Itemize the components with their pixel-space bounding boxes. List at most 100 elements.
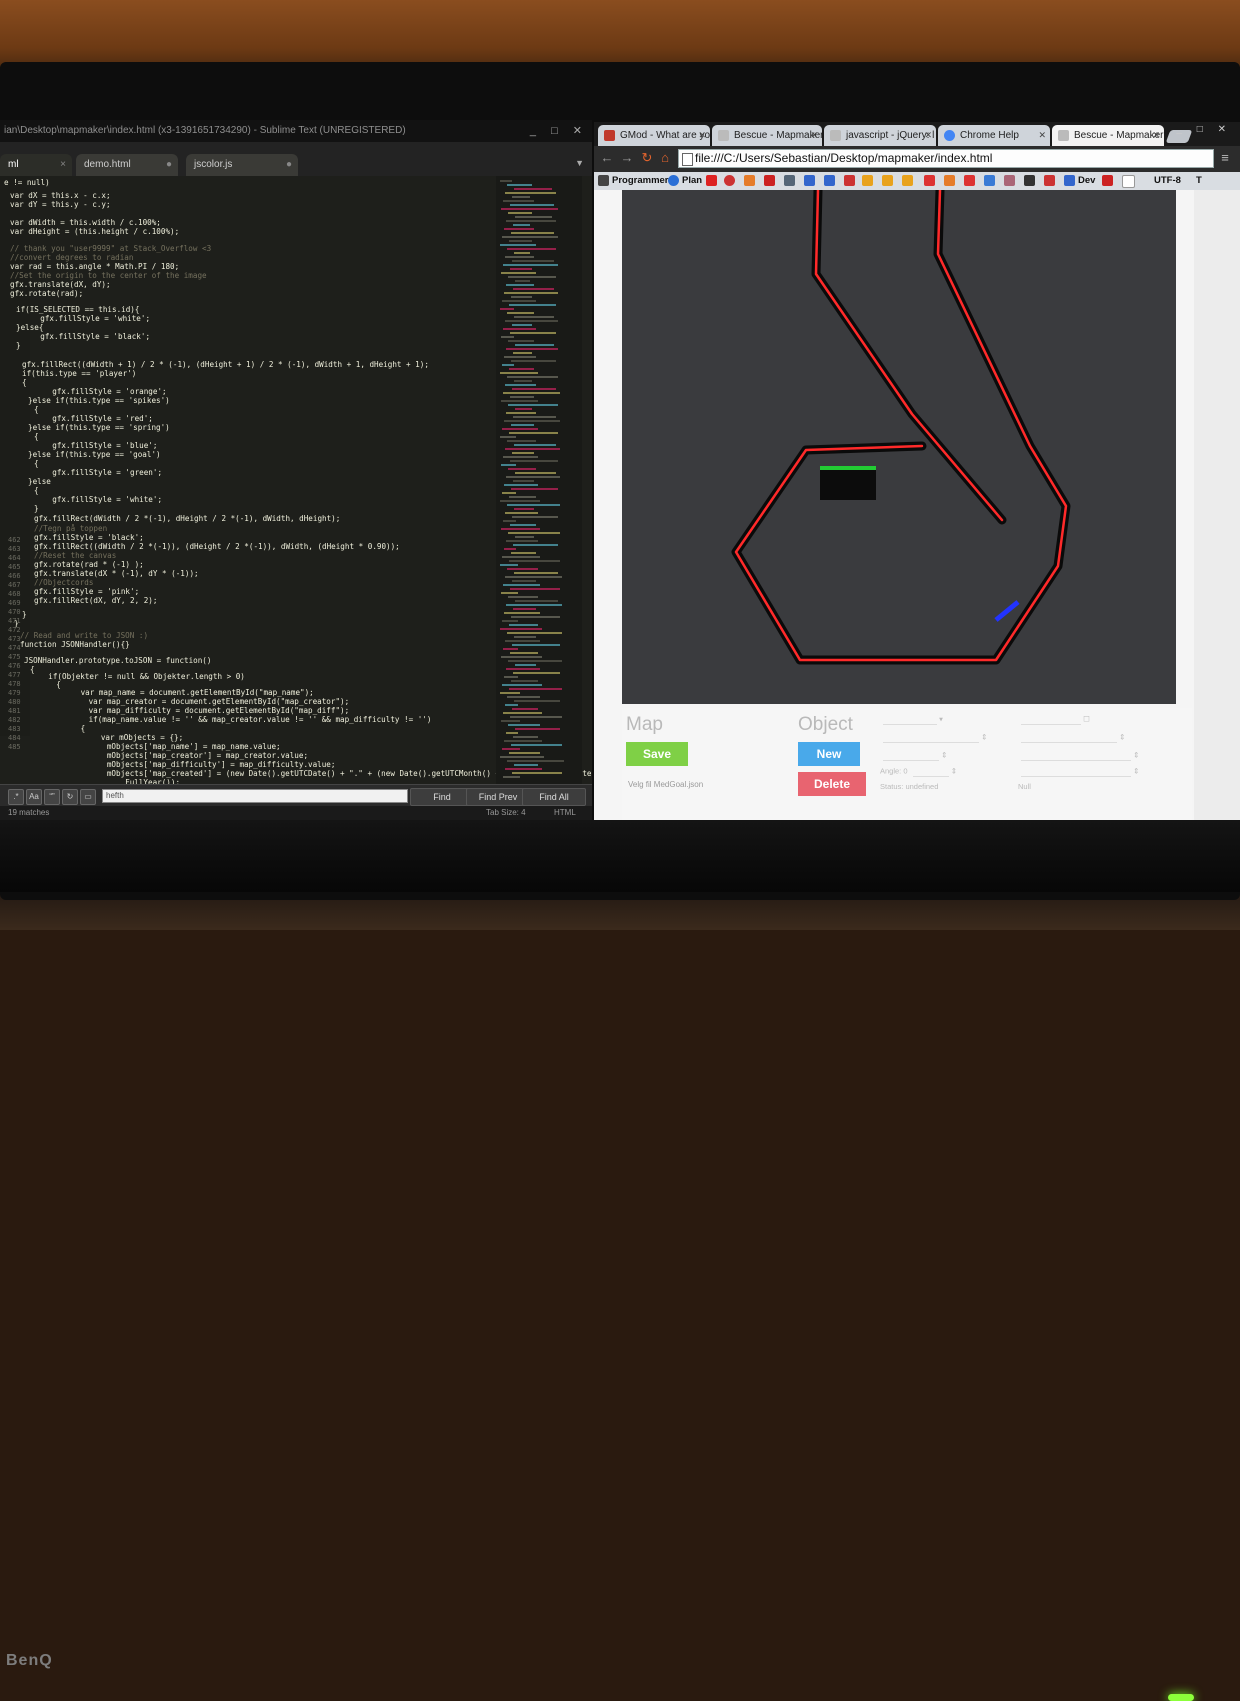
code-line[interactable]: { <box>44 724 86 733</box>
code-line[interactable]: gfx.rotate(rad); <box>10 289 83 298</box>
code-line[interactable]: { <box>34 405 39 414</box>
code-line[interactable]: }else{ <box>16 323 43 332</box>
youtube-icon[interactable] <box>706 175 717 186</box>
code-line[interactable]: var dWidth = this.width / c.100%; <box>10 218 161 227</box>
code-line[interactable]: gfx.fillStyle = 'pink'; <box>34 587 139 596</box>
code-line[interactable]: }else if(this.type == 'spikes') <box>28 396 170 405</box>
code-line[interactable]: { <box>22 378 27 387</box>
bookmark-icon[interactable] <box>824 175 835 186</box>
code-line[interactable]: //Reset the canvas <box>34 551 116 560</box>
t-icon[interactable]: T <box>1196 174 1202 188</box>
code-line[interactable]: function JSONHandler(){} <box>20 640 130 649</box>
bookmark-icon[interactable] <box>1004 175 1015 186</box>
code-line[interactable]: }else if(this.type == 'spring') <box>28 423 170 432</box>
file-chooser-text[interactable]: Velg fil MedGoal.json <box>628 780 703 789</box>
code-line[interactable]: gfx.fillStyle = 'blue'; <box>34 441 157 450</box>
bookmark-icon[interactable] <box>1044 175 1055 186</box>
code-line[interactable]: gfx.translate(dX, dY); <box>10 280 111 289</box>
code-line[interactable]: gfx.fillStyle = 'black'; <box>34 533 144 542</box>
close-icon[interactable]: ● <box>166 154 172 176</box>
address-bar[interactable]: file:///C:/Users/Sebastian/Desktop/mapma… <box>678 149 1214 168</box>
browser-tab-active[interactable]: Bescue - Mapmaker ✕ <box>1052 125 1164 146</box>
tab-demo-html[interactable]: demo.html ● <box>76 154 178 176</box>
code-line[interactable]: gfx.fillStyle = 'orange'; <box>34 387 166 396</box>
close-icon[interactable]: × <box>60 154 66 176</box>
code-line[interactable]: gfx.fillRect(dX, dY, 2, 2); <box>34 596 157 605</box>
height-field[interactable]: ⇕ <box>1018 750 1139 761</box>
code-line[interactable]: { <box>34 486 39 495</box>
delete-object-button[interactable]: Delete <box>798 772 866 796</box>
close-icon[interactable]: ● <box>286 154 292 176</box>
bookmark-icon[interactable] <box>984 175 995 186</box>
close-icon[interactable]: ✕ <box>698 125 706 146</box>
object-options[interactable]: ☐ <box>1018 714 1090 725</box>
find-all-button[interactable]: Find All <box>522 788 586 806</box>
code-line[interactable]: { <box>34 459 39 468</box>
code-line[interactable]: e != null) <box>4 178 50 187</box>
page-icon[interactable] <box>1122 175 1135 188</box>
code-line[interactable]: //Tegn på toppen <box>34 524 107 533</box>
bookmark-icon[interactable] <box>944 175 955 186</box>
save-button[interactable]: Save <box>626 742 688 766</box>
close-icon[interactable]: ✕ <box>1038 125 1046 146</box>
code-line[interactable]: if(IS_SELECTED == this.id){ <box>16 305 139 314</box>
code-line[interactable]: gfx.fillStyle = 'green'; <box>34 468 162 477</box>
regex-toggle[interactable]: .* <box>8 789 24 805</box>
window-controls[interactable]: _ □ ✕ <box>1176 124 1232 135</box>
code-line[interactable]: }else <box>28 477 51 486</box>
close-icon[interactable]: ✕ <box>924 125 932 146</box>
back-arrow-icon[interactable]: ← <box>600 151 614 165</box>
new-object-button[interactable]: New <box>798 742 860 766</box>
case-toggle[interactable]: Aa <box>26 789 42 805</box>
code-line[interactable]: gfx.rotate(rad * (-1) ); <box>34 560 144 569</box>
code-line[interactable]: var mObjects = {}; <box>46 733 183 742</box>
close-icon[interactable]: ✕ <box>810 125 818 146</box>
code-line[interactable]: // thank you "user9999" at Stack_Overflo… <box>10 244 211 253</box>
angle-field[interactable]: Angle: 0 ⇕ <box>880 766 957 777</box>
y-field[interactable]: ⇕ <box>1018 732 1125 743</box>
bookmark-icon[interactable] <box>924 175 935 186</box>
bookmark-icon[interactable] <box>1024 175 1035 186</box>
code-line[interactable]: } <box>34 504 39 513</box>
code-line[interactable]: gfx.fillRect((dWidth / 2 *(-1)), (dHeigh… <box>34 542 400 551</box>
forward-arrow-icon[interactable]: → <box>620 151 634 165</box>
find-prev-button[interactable]: Find Prev <box>466 788 530 806</box>
bookmark-icon[interactable] <box>964 175 975 186</box>
x-field[interactable]: ⇕ <box>880 732 987 743</box>
power-field[interactable]: ⇕ <box>1018 766 1139 777</box>
code-line[interactable]: var map_name = document.getElementById("… <box>44 688 314 697</box>
code-line[interactable]: if(Objekter != null && Objekter.length >… <box>30 672 245 681</box>
menu-icon[interactable]: ≡ <box>1218 151 1232 165</box>
bookmark-icon[interactable] <box>862 175 873 186</box>
code-line[interactable]: //convert degrees to radian <box>10 253 133 262</box>
tab-index-html[interactable]: ml × <box>0 154 72 176</box>
bookmark-icon[interactable] <box>784 175 795 186</box>
bookmark-icon[interactable] <box>724 175 735 186</box>
code-line[interactable]: var dHeight = (this.height / c.100%); <box>10 227 179 236</box>
code-line[interactable]: { <box>34 432 39 441</box>
code-line[interactable]: gfx.fillStyle = 'red'; <box>34 414 153 423</box>
home-icon[interactable]: ⌂ <box>658 151 672 165</box>
code-line[interactable]: gfx.fillStyle = 'white'; <box>34 495 162 504</box>
tab-jscolor-js[interactable]: jscolor.js ● <box>186 154 298 176</box>
bookmark-icon[interactable] <box>744 175 755 186</box>
code-line[interactable]: gfx.fillStyle = 'black'; <box>22 332 150 341</box>
code-line[interactable]: gfx.fillStyle = 'white'; <box>22 314 150 323</box>
window-controls[interactable]: _ □ ✕ <box>530 120 588 142</box>
object-type-select[interactable]: ▾ <box>880 714 943 725</box>
bookmark-programmer[interactable]: Programmer <box>612 174 669 188</box>
bookmark-icon[interactable] <box>902 175 913 186</box>
tab-dropdown-icon[interactable]: ▼ <box>575 158 584 168</box>
browser-tab[interactable]: Bescue - Mapmaker ✕ <box>712 125 822 146</box>
code-editor[interactable]: e != null) var dX = this.x - c.x; var dY =… <box>4 178 592 820</box>
bookmark-plan[interactable]: Plan <box>682 174 702 188</box>
selection-toggle[interactable]: ▭ <box>80 789 96 805</box>
code-line[interactable]: var map_creator = document.getElementByI… <box>52 697 350 706</box>
code-line[interactable]: //Objectcords <box>34 578 93 587</box>
close-icon[interactable]: ✕ <box>1152 125 1160 146</box>
code-line[interactable]: if(map_name.value != '' && map_creator.v… <box>52 715 432 724</box>
code-line[interactable]: mObjects['map_name'] = map_name.value; <box>52 742 281 751</box>
bookmark-icon[interactable] <box>844 175 855 186</box>
code-line[interactable]: var map_difficulty = document.getElement… <box>52 706 350 715</box>
code-line[interactable]: gfx.fillRect((dWidth + 1) / 2 * (-1), (d… <box>22 360 429 369</box>
